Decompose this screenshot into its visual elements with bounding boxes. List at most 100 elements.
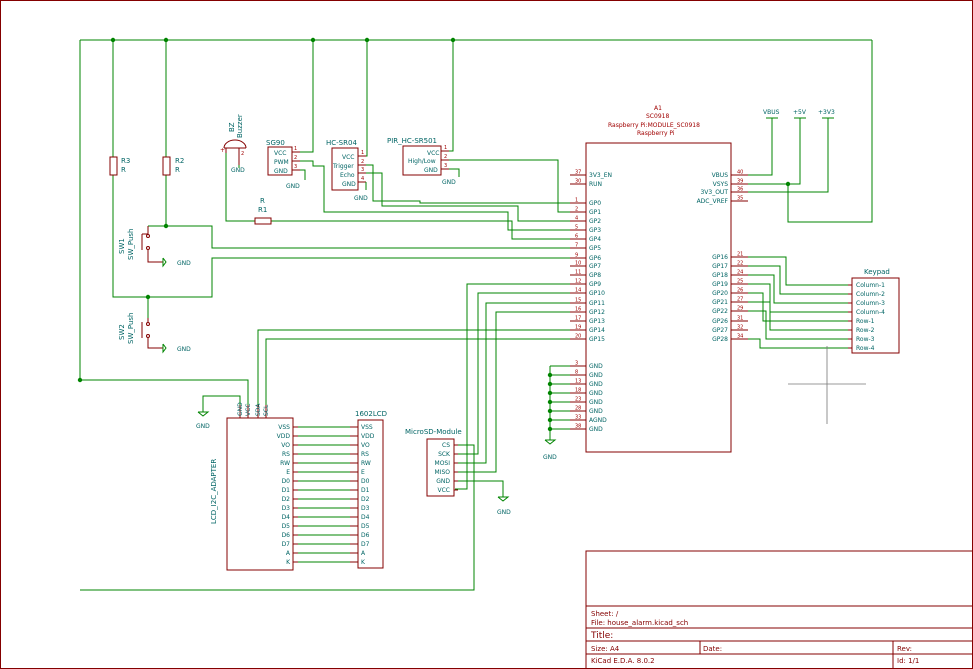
wires (79, 39, 873, 591)
servo-num-1: 1 (294, 146, 297, 152)
r3-ref: R3 (121, 157, 130, 165)
lcd-adapter-pin-name: D2 (282, 496, 291, 503)
lcd-adapter-top-pins: GND VCC SDA SCL (237, 402, 270, 418)
a1-pin-num: 30 (575, 179, 581, 185)
a1-pin-name: GP0 (589, 200, 601, 207)
keypad-pin-name: Row-2 (856, 327, 875, 334)
lcd-adapter-pin-name: D3 (282, 505, 291, 512)
lcd-adapter-pin-name: VDD (277, 433, 291, 440)
servo-pin-pwm: PWM (274, 159, 289, 166)
lcd-pin-name: D3 (361, 505, 370, 512)
pir-pin-gnd: GND (424, 167, 438, 174)
lcd-1602[interactable]: 1602LCD VSSVDDVORSRWED0D1D2D3D4D5D6D7AK (350, 410, 387, 569)
pir-num-2: 2 (444, 154, 447, 160)
a1-pin-num: 13 (575, 379, 581, 385)
a1-pin-num: 37 (575, 170, 581, 176)
title-block-id: Id: 1/1 (897, 657, 919, 665)
a1-pin-num: 21 (737, 252, 743, 258)
a1-pin-name: GP14 (589, 327, 605, 334)
a1-pin-num: 17 (575, 316, 581, 322)
resistor-r1[interactable]: R R1 (254, 197, 272, 225)
ultrasonic-pin-echo: Echo (340, 172, 355, 179)
lcd-adapter-pin-name: D4 (282, 514, 291, 521)
sw2-gnd-label: GND (177, 346, 191, 353)
lcd-pin-name: VDD (361, 433, 375, 440)
lcd-adapter-pin-name: RW (280, 460, 290, 467)
keypad-ref: Keypad (864, 268, 890, 276)
servo-ref: SG90 (266, 139, 285, 147)
lcd-pin-name: D6 (361, 532, 370, 539)
lcd-pin-name: RW (361, 460, 371, 467)
keypad-pin-name: Column-1 (856, 282, 885, 289)
a1-pin-num: 38 (575, 424, 581, 430)
resistor-r2[interactable]: R2 R (162, 156, 184, 176)
sd-pin-name: MOSI (435, 460, 451, 467)
ultrasonic-gnd-label: GND (354, 195, 368, 202)
servo-num-2: 2 (294, 155, 297, 161)
a1-pin-num: 34 (737, 334, 743, 340)
lcd-i2c-adapter[interactable]: LCD_I2C_ADAPTER GND VCC SDA SCL VSS VDD VO RS R… (210, 402, 298, 571)
lcd-pin-name: E (361, 469, 365, 476)
servo-sg90[interactable]: SG90 VCC PWM GND 1 2 3 GND (266, 139, 300, 190)
a1-pin-name: AGND (589, 417, 607, 424)
a1-pin-name: GP26 (712, 318, 728, 325)
a1-pin-num: 27 (737, 297, 743, 303)
lcd-ref: 1602LCD (355, 410, 387, 418)
a1-pin-num: 10 (575, 261, 581, 267)
keypad-pin-name: Column-4 (856, 309, 885, 316)
a1-pin-num: 25 (737, 279, 743, 285)
a1-pin-num: 28 (575, 406, 581, 412)
lcd-adapter-ref: LCD_I2C_ADAPTER (210, 459, 218, 524)
a1-pin-name: GP21 (712, 299, 728, 306)
crosshair-cursor-icon (788, 346, 866, 424)
a1-pin-num: 35 (737, 196, 743, 202)
a1-pin-num: 19 (575, 325, 581, 331)
a1-pin-num: 15 (575, 298, 581, 304)
a1-pin-name: RUN (589, 181, 602, 188)
buzzer-ref: BZ (228, 122, 236, 132)
switch-sw1[interactable]: SW1 SW_Push GND (118, 226, 191, 268)
lcd-pin-name: VO (361, 442, 370, 449)
a1-pin-name: GP19 (712, 281, 728, 288)
a1-pin-num: 11 (575, 270, 581, 276)
a1-pin-num: 9 (575, 253, 578, 259)
a1-pin-name: GND (589, 381, 603, 388)
pir-hc-sr501[interactable]: PIR_HC-SR501 VCC High/Low GND 1 2 3 GND (387, 137, 456, 186)
a1-pin-name: GP7 (589, 263, 601, 270)
lcd-pin-name: RS (361, 451, 369, 458)
ultrasonic-ref: HC-SR04 (326, 139, 357, 147)
keypad[interactable]: Keypad Column-1 Column-2 Column-3 Column-4 R… (848, 268, 900, 354)
switch-sw2[interactable]: SW2 SW_Push GND (118, 313, 191, 354)
title-block-size: Size: A4 (591, 645, 620, 653)
a1-pin-name: VSYS (713, 181, 729, 188)
pir-pin-vcc: VCC (427, 150, 439, 157)
a1-pin-name: VBUS (712, 172, 729, 179)
a1-pin-num: 32 (737, 325, 743, 331)
pir-num-3: 3 (444, 163, 447, 169)
a1-pin-num: 3 (575, 361, 578, 367)
buzzer-bz[interactable]: + 2 BZ Buzzer GND (220, 114, 247, 174)
a1-pin-num: 40 (737, 170, 743, 176)
a1-pin-name: GP8 (589, 272, 601, 279)
keypad-pin-name: Row-3 (856, 336, 875, 343)
a1-pin-num: 2 (575, 207, 578, 213)
buzzer-plus: + (220, 147, 225, 154)
ultrasonic-pin-vcc: VCC (342, 154, 354, 161)
lcd-pin-name: D0 (361, 478, 370, 485)
lcd-adapter-gnd-label: GND (196, 423, 210, 430)
r1-ref: R1 (258, 206, 267, 214)
a1-pin-num: 26 (737, 288, 743, 294)
a1-pin-name: GND (589, 399, 603, 406)
a1-pin-name: GP20 (712, 290, 728, 297)
ultrasonic-hc-sr04[interactable]: HC-SR04 VCC Trigger Echo GND 1 2 3 4 GND (326, 139, 368, 202)
vbus-label: VBUS (763, 109, 780, 116)
resistor-r3[interactable]: R3 R (109, 156, 130, 176)
sd-ref: MicroSD-Module (405, 428, 462, 436)
title-block-file: File: house_alarm.kicad_sch (591, 619, 688, 627)
a1-pin-name: GP27 (712, 327, 728, 334)
microsd-module[interactable]: MicroSD-Module CS SCK MOSI MISO GND VCC (405, 428, 462, 497)
a1-pin-num: 7 (575, 243, 578, 249)
sw1-ref: SW1 (118, 238, 126, 254)
raspberry-pi-module-a1[interactable]: A1 SC0918 Raspberry Pi:MODULE_SC0918 Ras… (570, 105, 748, 453)
r3-value: R (121, 166, 126, 174)
